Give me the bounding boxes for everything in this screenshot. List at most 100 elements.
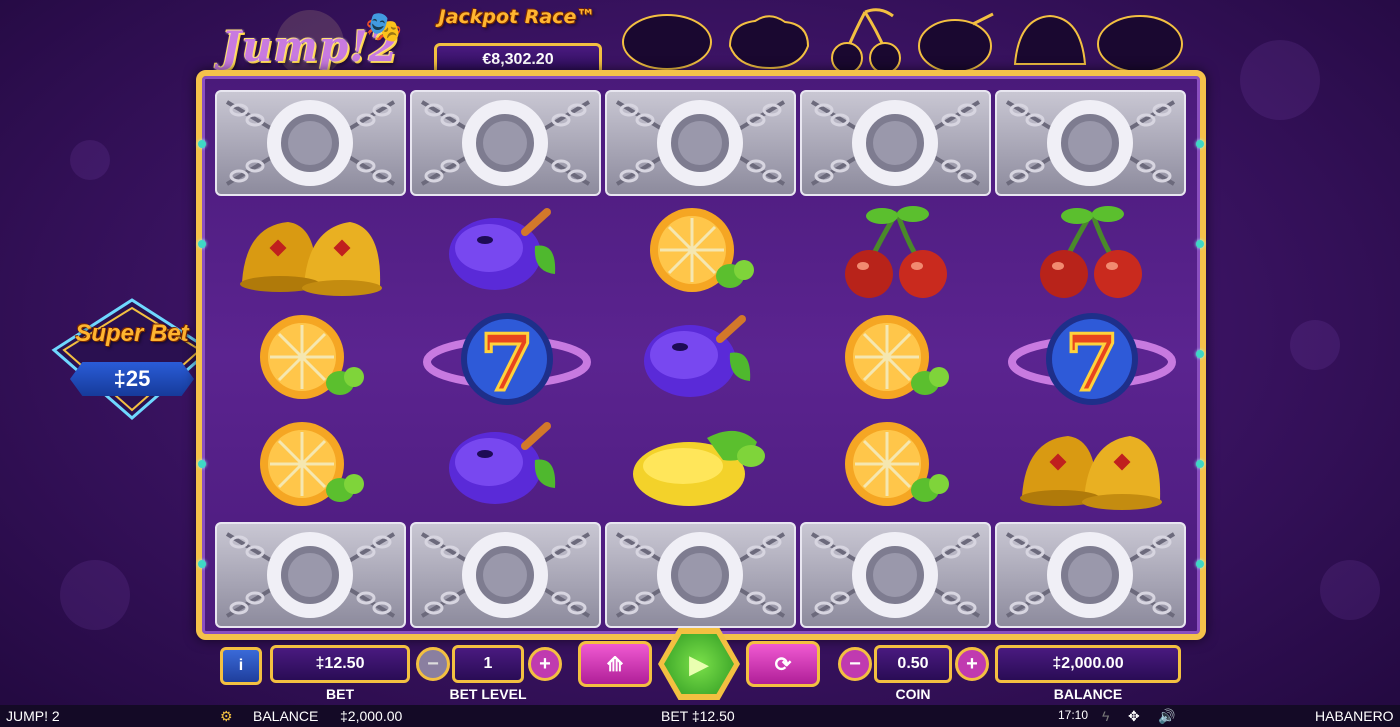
lock-tile [800,522,991,628]
turbo-icon[interactable]: ϟ [1102,708,1109,724]
refresh-button[interactable]: ⟳ [746,641,820,687]
reel-cell [215,198,409,305]
status-time: 17:10 [1058,708,1089,722]
lock-tile [215,522,406,628]
frame-light [198,140,206,148]
lock-tile [605,90,796,196]
super-bet-title: Super Bet [75,320,189,347]
bet-display: ‡12.50 [270,645,410,683]
reel-cell [410,198,604,305]
play-icon: ▶ [689,648,709,679]
lemon-icon [633,430,765,506]
svg-text:7: 7 [1065,318,1119,409]
orange-icon [845,421,949,506]
frame-light [1196,140,1204,148]
lemon-silhouette-icon [622,14,712,70]
frame-light [198,560,206,568]
bokeh-light [1290,320,1340,370]
status-game-name: JUMP! 2 [6,708,60,724]
orange-icon [260,314,364,399]
frame-light [198,460,206,468]
coin-label: COIN [895,686,931,702]
balance-display: ‡2,000.00 [995,645,1181,683]
lock-ring-icon [810,532,981,618]
bet-level-plus-button[interactable]: + [528,647,562,681]
lock-ring-icon [420,532,591,618]
lock-ring-icon [420,100,591,186]
lock-ring-icon [810,100,981,186]
lock-tile [995,522,1186,628]
lemon-silhouette-icon [1097,15,1183,73]
settings-gear-icon[interactable]: ⚙ [220,708,233,725]
lock-ring-icon [1005,100,1176,186]
lock-tile [215,90,406,196]
reel-cell [995,198,1189,305]
orange-icon [845,314,949,399]
coin-minus-button[interactable]: − [838,647,872,681]
reel-cell [800,198,994,305]
super-bet-value: ‡25 [70,362,194,396]
lock-ring-icon [1005,532,1176,618]
coin-plus-button[interactable]: + [955,647,989,681]
lock-ring-icon [615,100,786,186]
sound-icon[interactable]: 🔊 [1158,708,1175,725]
autoplay-icon: ⟰ [606,653,624,676]
bet-label: BET [326,686,354,702]
svg-text:7: 7 [480,318,534,409]
info-button[interactable]: i [220,647,262,685]
bokeh-light [1320,560,1380,620]
grapes-silhouette-icon [728,15,810,70]
bet-level-display: 1 [452,645,524,683]
bells-icon [1020,435,1162,510]
plum-silhouette-icon [918,12,994,73]
bokeh-light [70,140,110,180]
reel-cell: 7 [995,305,1189,412]
lock-tile [995,90,1186,196]
bell-silhouette-icon [1013,14,1087,65]
lock-tile [410,522,601,628]
reel-cell [995,412,1189,519]
status-balance-value: ‡2,000.00 [340,708,403,724]
fullscreen-icon[interactable]: ✥ [1128,708,1140,725]
frame-light [198,240,206,248]
status-provider: HABANERO [1315,708,1394,724]
reel-cell [215,305,409,412]
bokeh-light [60,560,130,630]
cherries-icon [1040,205,1142,298]
cherries-silhouette-icon [831,8,901,74]
reel-cell [800,305,994,412]
frame-light [1196,560,1204,568]
cherries-icon [845,205,947,298]
bet-level-minus-button[interactable]: − [416,647,450,681]
lock-ring-icon [225,100,396,186]
plum-icon [644,314,751,397]
symbol-grid: 7 7 [215,198,1187,520]
jester-hat-icon: 🎭 [365,11,403,44]
jackpot-race-title: Jackpot Race™ [438,6,596,28]
reel-cell [605,198,799,305]
seven-icon: 7 [1008,312,1176,410]
reel-cell [215,412,409,519]
bells-icon [240,221,382,296]
lock-ring-icon [225,532,396,618]
status-bet-text: BET ‡12.50 [661,708,735,724]
reels-area[interactable]: 7 7 [215,90,1187,628]
frame-light [1196,240,1204,248]
plum-icon [449,207,556,290]
orange-icon [260,421,364,506]
reel-cell: 7 [410,305,604,412]
reel-cell [800,412,994,519]
balance-label: BALANCE [1053,686,1123,702]
autoplay-button[interactable]: ⟰ [578,641,652,687]
refresh-icon: ⟳ [774,653,792,676]
reel-cell [605,305,799,412]
super-bet-panel[interactable]: Super Bet ‡25 [48,298,216,426]
bet-level-label: BET LEVEL [449,686,527,702]
plum-icon [449,421,556,504]
fruit-collection-silhouettes [615,6,1385,76]
orange-icon [650,207,754,292]
lock-tile [410,90,601,196]
lock-tile [800,90,991,196]
frame-light [1196,460,1204,468]
lock-ring-icon [615,532,786,618]
